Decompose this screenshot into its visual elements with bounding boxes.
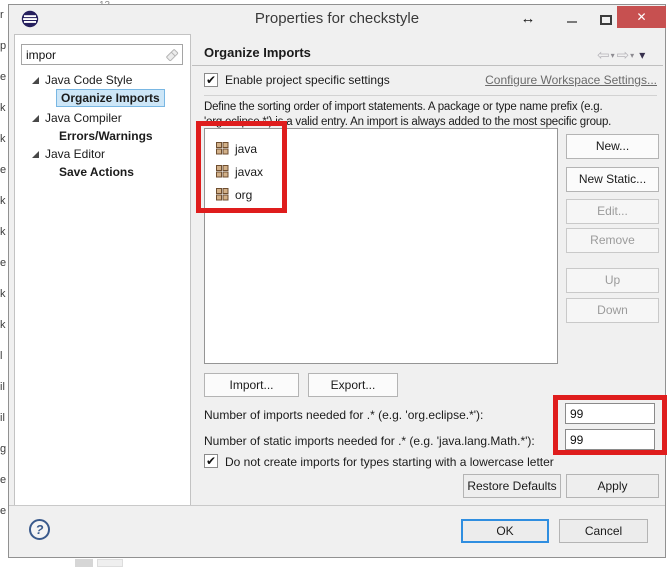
- desktop-fragment: [75, 559, 93, 567]
- list-item-javax[interactable]: javax: [205, 161, 557, 184]
- back-caret-icon[interactable]: ▾: [611, 51, 615, 60]
- page-title: Organize Imports: [204, 45, 311, 60]
- lowercase-types-checkbox[interactable]: ✔: [204, 454, 218, 468]
- import-button[interactable]: Import...: [204, 373, 299, 397]
- sidebar-item-errors-warnings[interactable]: Errors/Warnings: [15, 127, 190, 145]
- import-groups-list[interactable]: java javax org: [204, 128, 558, 364]
- minimize-icon[interactable]: [561, 8, 583, 30]
- view-menu-icon[interactable]: ▾: [639, 48, 645, 62]
- section-separator: [204, 95, 657, 96]
- help-icon[interactable]: ?: [29, 519, 50, 540]
- back-icon[interactable]: ⇦: [597, 47, 610, 64]
- edit-button[interactable]: Edit...: [566, 199, 659, 224]
- desktop-fragment: [97, 559, 123, 567]
- package-icon: [216, 188, 229, 201]
- static-imports-needed-field: [565, 429, 655, 450]
- imports-needed-field: [565, 403, 655, 424]
- down-button[interactable]: Down: [566, 298, 659, 323]
- enable-project-settings-checkbox[interactable]: ✔: [204, 73, 218, 87]
- maximize-icon[interactable]: [595, 8, 617, 30]
- resize-icon[interactable]: ↔: [515, 8, 541, 30]
- new-static-button[interactable]: New Static...: [566, 167, 659, 192]
- preferences-tree: Java Code Style Organize Imports Java Co…: [15, 68, 190, 505]
- up-button[interactable]: Up: [566, 268, 659, 293]
- package-icon: [216, 165, 229, 178]
- page-navigation: ⇦▾⇨▾▾: [597, 46, 663, 64]
- clear-search-icon[interactable]: [165, 48, 179, 62]
- filter-search-box: [21, 44, 183, 65]
- imports-needed-input[interactable]: [570, 406, 650, 421]
- search-input[interactable]: [26, 46, 160, 63]
- remove-button[interactable]: Remove: [566, 228, 659, 253]
- restore-defaults-button[interactable]: Restore Defaults: [463, 474, 561, 498]
- tree-expander-icon[interactable]: [32, 115, 39, 122]
- imports-needed-label: Number of imports needed for .* (e.g. 'o…: [204, 408, 483, 422]
- tree-expander-icon[interactable]: [32, 77, 39, 84]
- apply-button[interactable]: Apply: [566, 474, 659, 498]
- footer-separator: [9, 505, 665, 506]
- description-text: Define the sorting order of import state…: [204, 100, 670, 115]
- titlebar[interactable]: Properties for checkstyle ↔ ✕: [9, 5, 665, 33]
- list-item-java[interactable]: java: [205, 138, 557, 161]
- new-button[interactable]: New...: [566, 134, 659, 159]
- ok-button[interactable]: OK: [461, 519, 549, 543]
- static-imports-needed-input[interactable]: [570, 432, 650, 447]
- lowercase-types-label: Do not create imports for types starting…: [225, 455, 554, 469]
- list-item-org[interactable]: org: [205, 184, 557, 207]
- enable-project-settings-label: Enable project specific settings: [225, 73, 390, 87]
- package-icon: [216, 142, 229, 155]
- configure-workspace-settings-link[interactable]: Configure Workspace Settings...: [485, 73, 657, 87]
- tree-expander-icon[interactable]: [32, 151, 39, 158]
- preferences-sidebar: Java Code Style Organize Imports Java Co…: [14, 34, 191, 506]
- forward-icon[interactable]: ⇨: [617, 47, 630, 64]
- selected-tree-item[interactable]: Organize Imports: [56, 89, 165, 107]
- static-imports-needed-label: Number of static imports needed for .* (…: [204, 434, 535, 448]
- properties-dialog: Properties for checkstyle ↔ ✕ Java Code …: [8, 4, 666, 558]
- forward-caret-icon[interactable]: ▾: [630, 51, 634, 60]
- header-separator: [192, 65, 663, 66]
- sidebar-item-save-actions[interactable]: Save Actions: [15, 163, 190, 181]
- close-icon[interactable]: ✕: [617, 6, 666, 28]
- export-button[interactable]: Export...: [308, 373, 398, 397]
- sidebar-item-organize-imports[interactable]: Organize Imports: [15, 89, 190, 107]
- sidebar-item-java-compiler[interactable]: Java Compiler: [15, 109, 190, 127]
- sidebar-item-java-code-style[interactable]: Java Code Style: [15, 71, 190, 89]
- cancel-button[interactable]: Cancel: [559, 519, 648, 543]
- sidebar-item-java-editor[interactable]: Java Editor: [15, 145, 190, 163]
